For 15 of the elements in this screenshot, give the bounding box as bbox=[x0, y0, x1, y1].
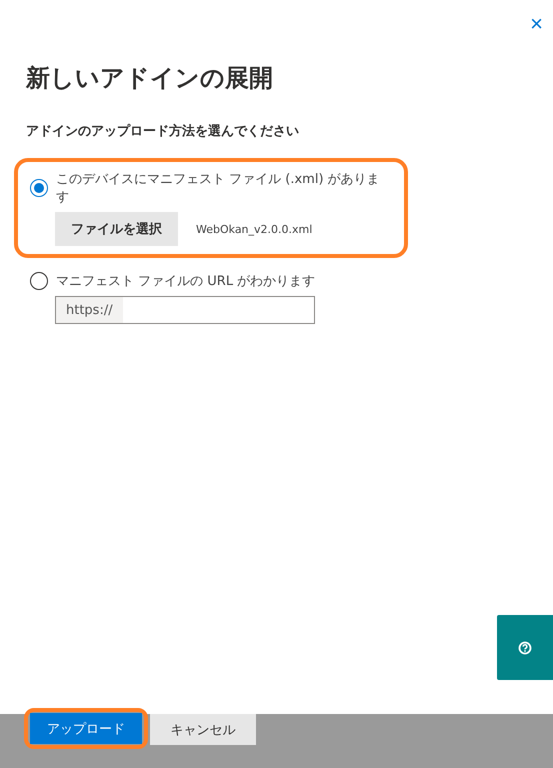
option-label: マニフェスト ファイルの URL がわかります bbox=[56, 273, 316, 290]
help-tab[interactable] bbox=[497, 615, 553, 680]
section-heading: アドインのアップロード方法を選んでください bbox=[26, 122, 300, 140]
help-icon bbox=[518, 640, 532, 654]
url-prefix: https:// bbox=[56, 297, 123, 323]
dialog-title: 新しいアドインの展開 bbox=[26, 63, 274, 94]
url-field[interactable]: https:// bbox=[55, 296, 315, 324]
radio-button[interactable] bbox=[30, 272, 48, 290]
choose-file-button[interactable]: ファイルを選択 bbox=[55, 212, 178, 246]
upload-button[interactable]: アップロード bbox=[30, 713, 142, 744]
radio-button[interactable] bbox=[30, 179, 48, 197]
option-label: このデバイスにマニフェスト ファイル (.xml) があります bbox=[56, 171, 381, 206]
close-button[interactable]: × bbox=[530, 14, 543, 34]
cancel-button[interactable]: キャンセル bbox=[150, 714, 256, 745]
file-name: WebOkan_v2.0.0.xml bbox=[196, 222, 312, 236]
